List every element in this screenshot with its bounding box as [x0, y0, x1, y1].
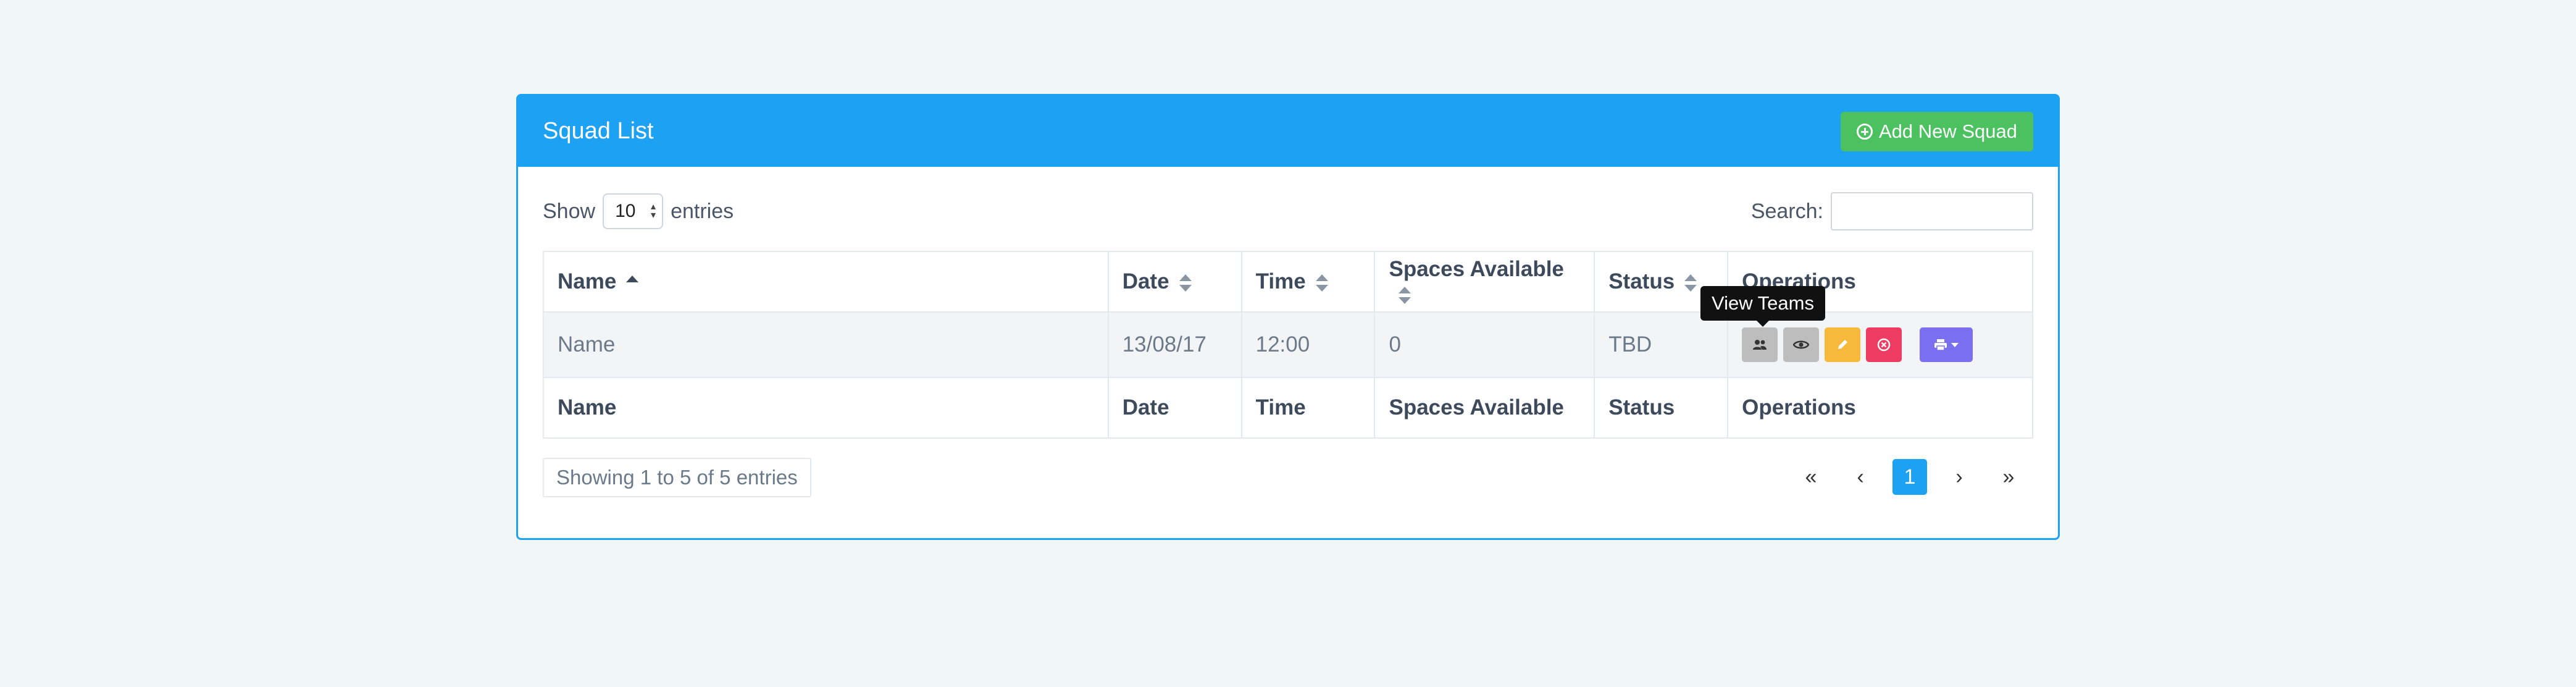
sort-icon: [1315, 274, 1328, 292]
first-page-button[interactable]: «: [1786, 459, 1836, 495]
footer-spaces: Spaces Available: [1374, 377, 1595, 439]
table-footer-row: Name Date Time Spaces Available Status O…: [543, 377, 2033, 439]
panel-header: Squad List Add New Squad: [518, 96, 2058, 167]
close-circle-icon: [1877, 338, 1891, 352]
cell-date: 13/08/17: [1107, 311, 1242, 378]
plus-circle-icon: [1856, 123, 1873, 140]
table-row: Name 13/08/17 12:00 0 TBD: [543, 311, 2033, 378]
add-new-squad-label: Add New Squad: [1878, 120, 2017, 142]
sort-icon: [1179, 274, 1192, 292]
table-info: Showing 1 to 5 of 5 entries: [543, 458, 811, 497]
show-label: Show: [543, 199, 596, 223]
cell-spaces: 0: [1374, 311, 1595, 378]
pencil-icon: [1838, 340, 1848, 349]
page-1-button[interactable]: 1: [1892, 459, 1927, 495]
column-header-name[interactable]: Name: [543, 251, 1109, 313]
cell-name: Name: [543, 311, 1109, 378]
search-label: Search:: [1750, 199, 1823, 223]
footer-operations: Operations: [1727, 377, 2033, 439]
add-new-squad-button[interactable]: Add New Squad: [1840, 111, 2033, 151]
chevron-down-icon: [1951, 342, 1959, 347]
delete-button[interactable]: [1866, 327, 1902, 362]
people-icon: [1753, 340, 1767, 350]
sort-icon: [1399, 286, 1411, 304]
last-page-button[interactable]: »: [1984, 459, 2033, 495]
eye-icon: [1793, 340, 1810, 349]
view-teams-tooltip: View Teams: [1700, 286, 1825, 327]
operations-group: [1742, 327, 2018, 362]
footer-name: Name: [543, 377, 1109, 439]
page-title: Squad List: [543, 118, 654, 144]
cell-time: 12:00: [1240, 311, 1376, 378]
squad-list-panel: Squad List Add New Squad Show 10 ▴ ▾ entr…: [516, 94, 2060, 540]
print-dropdown-button[interactable]: [1920, 327, 1973, 362]
table-controls: Show 10 ▴ ▾ entries Search:: [543, 192, 2033, 231]
footer-status: Status: [1594, 377, 1729, 439]
search-input[interactable]: [1831, 192, 2033, 230]
column-header-date[interactable]: Date: [1107, 251, 1242, 313]
column-header-spaces[interactable]: Spaces Available: [1374, 251, 1595, 313]
entries-length-select[interactable]: 10 ▴ ▾: [603, 193, 664, 229]
search-control: Search:: [1751, 192, 2033, 230]
printer-icon: [1934, 339, 1947, 351]
column-header-time[interactable]: Time: [1240, 251, 1376, 313]
length-value: 10: [615, 201, 636, 221]
squad-table: Name Date Time Spaces Available Status O…: [543, 251, 2033, 439]
sort-ascending-icon: [626, 274, 639, 292]
view-button[interactable]: [1783, 327, 1820, 362]
cell-status: TBD: [1594, 311, 1729, 378]
length-control: Show 10 ▴ ▾ entries: [543, 193, 734, 229]
pagination: « ‹ 1 › »: [1786, 459, 2033, 495]
edit-button[interactable]: [1825, 327, 1861, 362]
footer-time: Time: [1240, 377, 1376, 439]
footer-date: Date: [1107, 377, 1242, 439]
select-arrows-icon: ▴ ▾: [651, 201, 656, 221]
view-teams-button[interactable]: [1742, 327, 1778, 362]
cell-operations: [1727, 311, 2033, 378]
next-page-button[interactable]: ›: [1934, 459, 1984, 495]
previous-page-button[interactable]: ‹: [1836, 459, 1885, 495]
entries-label: entries: [671, 199, 734, 223]
sort-icon: [1684, 274, 1697, 292]
